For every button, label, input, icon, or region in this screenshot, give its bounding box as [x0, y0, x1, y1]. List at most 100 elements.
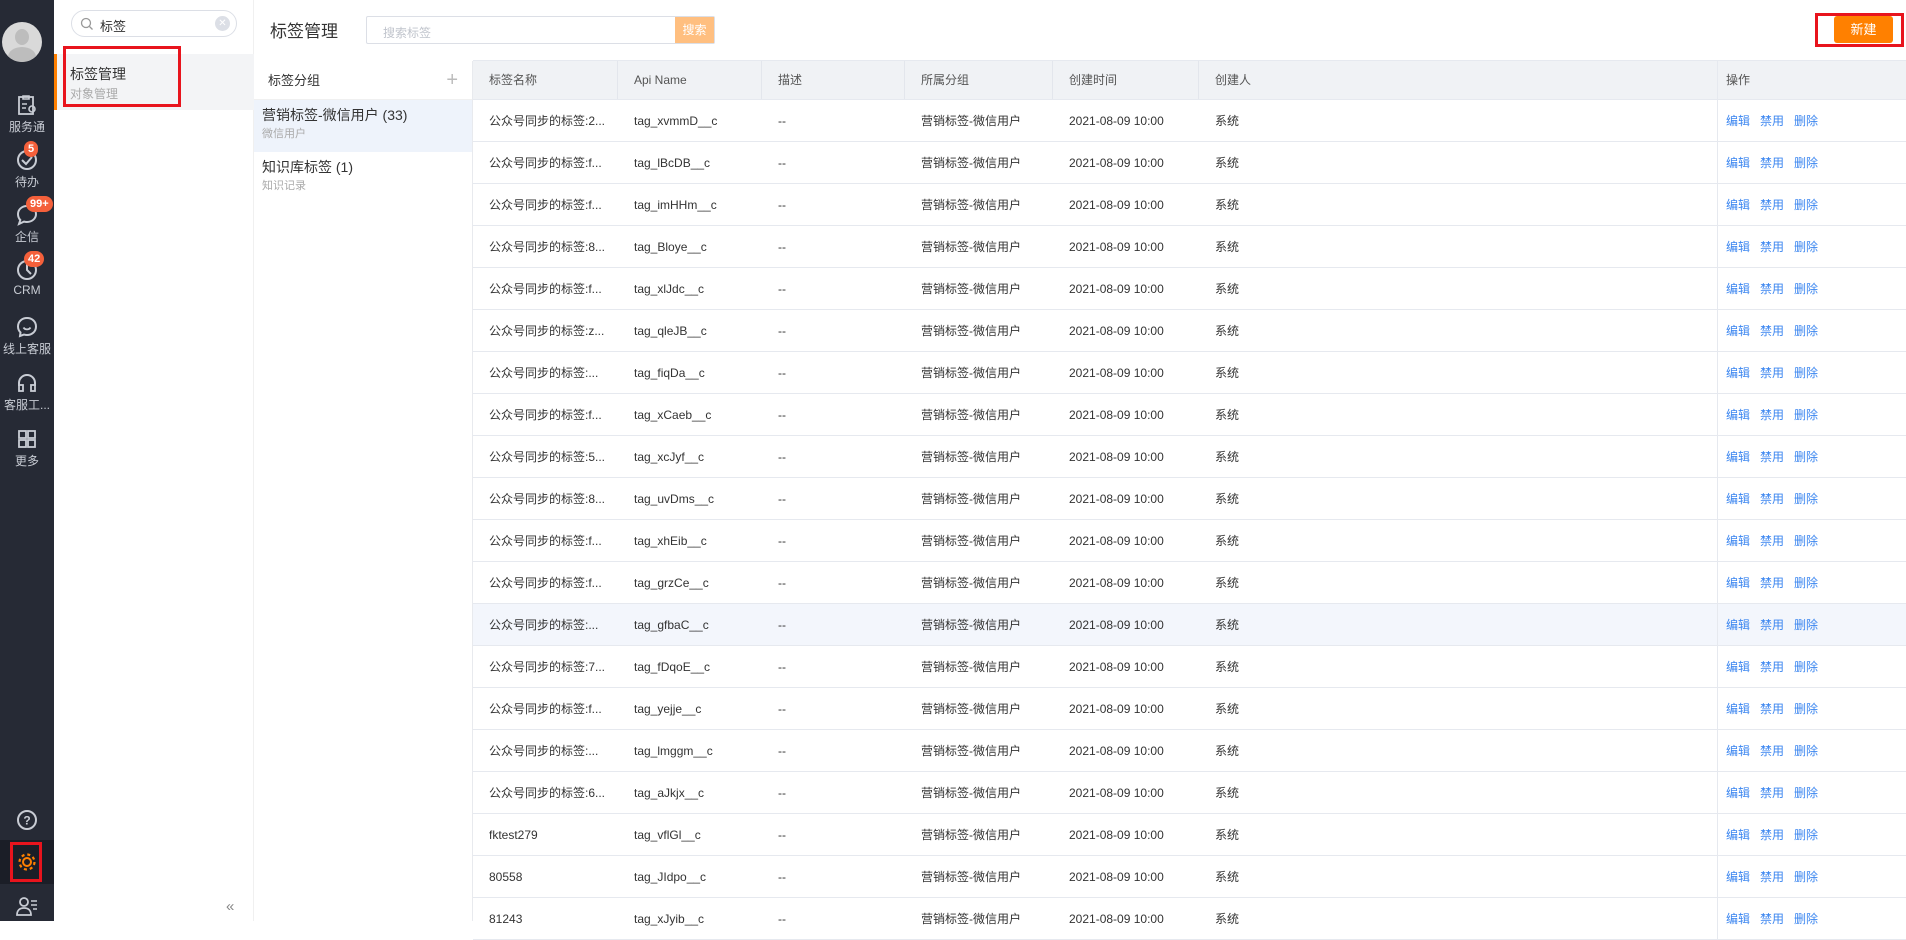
- edit-link[interactable]: 编辑: [1726, 366, 1750, 380]
- nav-item-4[interactable]: 线上客服: [0, 312, 54, 366]
- delete-link[interactable]: 删除: [1794, 576, 1818, 590]
- edit-link[interactable]: 编辑: [1726, 660, 1750, 674]
- table-row[interactable]: 公众号同步的标签:f... tag_xCaeb__c -- 营销标签-微信用户 2021…: [473, 394, 1906, 436]
- delete-link[interactable]: 删除: [1794, 408, 1818, 422]
- column-header[interactable]: 描述: [762, 61, 905, 99]
- table-row[interactable]: 公众号同步的标签:... tag_fiqDa__c -- 营销标签-微信用户 2021-…: [473, 352, 1906, 394]
- nav-item-0[interactable]: 服务通: [0, 90, 54, 144]
- menu-item-tag-management[interactable]: 标签管理 对象管理: [54, 54, 254, 110]
- table-row[interactable]: 公众号同步的标签:f... tag_yejje__c -- 营销标签-微信用户 2021…: [473, 688, 1906, 730]
- delete-link[interactable]: 删除: [1794, 912, 1818, 926]
- delete-link[interactable]: 删除: [1794, 450, 1818, 464]
- disable-link[interactable]: 禁用: [1760, 240, 1784, 254]
- delete-link[interactable]: 删除: [1794, 702, 1818, 716]
- delete-link[interactable]: 删除: [1794, 744, 1818, 758]
- edit-link[interactable]: 编辑: [1726, 450, 1750, 464]
- disable-link[interactable]: 禁用: [1760, 660, 1784, 674]
- disable-link[interactable]: 禁用: [1760, 324, 1784, 338]
- nav-item-6[interactable]: 更多: [0, 424, 54, 478]
- table-row[interactable]: 公众号同步的标签:f... tag_grzCe__c -- 营销标签-微信用户 2021…: [473, 562, 1906, 604]
- disable-link[interactable]: 禁用: [1760, 618, 1784, 632]
- edit-link[interactable]: 编辑: [1726, 702, 1750, 716]
- delete-link[interactable]: 删除: [1794, 828, 1818, 842]
- column-header[interactable]: 所属分组: [905, 61, 1053, 99]
- disable-link[interactable]: 禁用: [1760, 408, 1784, 422]
- delete-link[interactable]: 删除: [1794, 324, 1818, 338]
- user-list-icon[interactable]: [0, 887, 54, 921]
- edit-link[interactable]: 编辑: [1726, 534, 1750, 548]
- delete-link[interactable]: 删除: [1794, 534, 1818, 548]
- avatar[interactable]: [2, 22, 42, 62]
- delete-link[interactable]: 删除: [1794, 786, 1818, 800]
- delete-link[interactable]: 删除: [1794, 240, 1818, 254]
- disable-link[interactable]: 禁用: [1760, 198, 1784, 212]
- clear-icon[interactable]: ✕: [215, 16, 230, 31]
- table-row[interactable]: 公众号同步的标签:f... tag_xhEib__c -- 营销标签-微信用户 2021…: [473, 520, 1906, 562]
- delete-link[interactable]: 删除: [1794, 660, 1818, 674]
- column-header[interactable]: Api Name: [618, 61, 762, 99]
- table-row[interactable]: 公众号同步的标签:8... tag_uvDms__c -- 营销标签-微信用户 2021…: [473, 478, 1906, 520]
- table-row[interactable]: fktest279 tag_vflGl__c -- 营销标签-微信用户 2021-08-…: [473, 814, 1906, 856]
- edit-link[interactable]: 编辑: [1726, 156, 1750, 170]
- disable-link[interactable]: 禁用: [1760, 870, 1784, 884]
- delete-link[interactable]: 删除: [1794, 492, 1818, 506]
- disable-link[interactable]: 禁用: [1760, 156, 1784, 170]
- delete-link[interactable]: 删除: [1794, 870, 1818, 884]
- disable-link[interactable]: 禁用: [1760, 912, 1784, 926]
- disable-link[interactable]: 禁用: [1760, 828, 1784, 842]
- edit-link[interactable]: 编辑: [1726, 324, 1750, 338]
- settings-gear-icon[interactable]: [0, 840, 54, 884]
- disable-link[interactable]: 禁用: [1760, 744, 1784, 758]
- disable-link[interactable]: 禁用: [1760, 786, 1784, 800]
- nav-item-1[interactable]: 待办 5: [0, 141, 54, 199]
- edit-link[interactable]: 编辑: [1726, 240, 1750, 254]
- menu-search-input[interactable]: 标签 ✕: [71, 10, 237, 37]
- group-item[interactable]: 知识库标签 (1) 知识记录: [254, 152, 472, 204]
- column-header[interactable]: 操作: [1717, 61, 1906, 99]
- table-row[interactable]: 80558 tag_JIdpo__c -- 营销标签-微信用户 2021-08-09 1…: [473, 856, 1906, 898]
- disable-link[interactable]: 禁用: [1760, 702, 1784, 716]
- nav-item-3[interactable]: CRM 42: [0, 251, 54, 309]
- nav-item-2[interactable]: 企信 99+: [0, 196, 54, 254]
- table-row[interactable]: 公众号同步的标签:f... tag_xlJdc__c -- 营销标签-微信用户 2021…: [473, 268, 1906, 310]
- table-row[interactable]: 公众号同步的标签:... tag_gfbaC__c -- 营销标签-微信用户 2021-…: [473, 604, 1906, 646]
- disable-link[interactable]: 禁用: [1760, 366, 1784, 380]
- edit-link[interactable]: 编辑: [1726, 198, 1750, 212]
- disable-link[interactable]: 禁用: [1760, 450, 1784, 464]
- column-header[interactable]: 创建人: [1199, 61, 1717, 99]
- table-row[interactable]: 公众号同步的标签:6... tag_aJkjx__c -- 营销标签-微信用户 2021…: [473, 772, 1906, 814]
- disable-link[interactable]: 禁用: [1760, 492, 1784, 506]
- disable-link[interactable]: 禁用: [1760, 114, 1784, 128]
- tag-search-input[interactable]: 搜索标签 搜索: [366, 16, 715, 44]
- delete-link[interactable]: 删除: [1794, 198, 1818, 212]
- edit-link[interactable]: 编辑: [1726, 744, 1750, 758]
- nav-item-5[interactable]: 客服工...: [0, 368, 54, 422]
- table-row[interactable]: 公众号同步的标签:z... tag_qleJB__c -- 营销标签-微信用户 2021…: [473, 310, 1906, 352]
- search-button[interactable]: 搜索: [675, 17, 714, 43]
- table-row[interactable]: 公众号同步的标签:f... tag_lBcDB__c -- 营销标签-微信用户 2021…: [473, 142, 1906, 184]
- edit-link[interactable]: 编辑: [1726, 282, 1750, 296]
- delete-link[interactable]: 删除: [1794, 114, 1818, 128]
- edit-link[interactable]: 编辑: [1726, 618, 1750, 632]
- column-header[interactable]: 创建时间: [1053, 61, 1199, 99]
- disable-link[interactable]: 禁用: [1760, 534, 1784, 548]
- collapse-icon[interactable]: «: [226, 898, 234, 915]
- table-row[interactable]: 公众号同步的标签:8... tag_Bloye__c -- 营销标签-微信用户 2021…: [473, 226, 1906, 268]
- delete-link[interactable]: 删除: [1794, 282, 1818, 296]
- edit-link[interactable]: 编辑: [1726, 828, 1750, 842]
- add-group-icon[interactable]: +: [446, 61, 458, 100]
- disable-link[interactable]: 禁用: [1760, 576, 1784, 590]
- group-item[interactable]: 营销标签-微信用户 (33) 微信用户: [254, 100, 472, 152]
- table-row[interactable]: 公众号同步的标签:5... tag_xcJyf__c -- 营销标签-微信用户 2021…: [473, 436, 1906, 478]
- edit-link[interactable]: 编辑: [1726, 786, 1750, 800]
- edit-link[interactable]: 编辑: [1726, 912, 1750, 926]
- table-row[interactable]: 公众号同步的标签:f... tag_imHHm__c -- 营销标签-微信用户 2021…: [473, 184, 1906, 226]
- edit-link[interactable]: 编辑: [1726, 576, 1750, 590]
- new-tag-button[interactable]: 新建: [1834, 16, 1893, 43]
- column-header[interactable]: 标签名称: [473, 61, 618, 99]
- table-row[interactable]: 81243 tag_xJyib__c -- 营销标签-微信用户 2021-08-09 1…: [473, 898, 1906, 940]
- help-icon[interactable]: ?: [0, 802, 54, 838]
- delete-link[interactable]: 删除: [1794, 618, 1818, 632]
- disable-link[interactable]: 禁用: [1760, 282, 1784, 296]
- table-row[interactable]: 公众号同步的标签:7... tag_fDqoE__c -- 营销标签-微信用户 2021…: [473, 646, 1906, 688]
